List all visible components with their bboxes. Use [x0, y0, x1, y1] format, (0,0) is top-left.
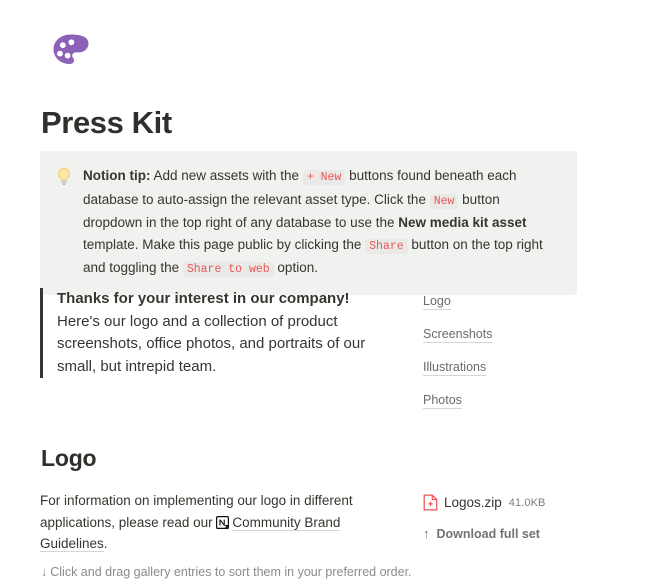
callout-lead: Notion tip:	[83, 168, 151, 183]
toc-item-screenshots[interactable]: Screenshots	[423, 326, 577, 343]
intro-quote: Thanks for your interest in our company!…	[40, 288, 385, 378]
logo-section-body: For information on implementing our logo…	[40, 490, 577, 555]
gallery-sort-hint: ↓ Click and drag gallery entries to sort …	[41, 563, 412, 581]
callout-t4: template. Make this page public by click…	[83, 236, 366, 252]
code-chip-new: New	[429, 193, 459, 209]
gallery-sort-hint-text: Click and drag gallery entries to sort t…	[50, 565, 412, 579]
callout-text: Notion tip: Add new assets with the + Ne…	[83, 165, 561, 281]
artist-palette-emoji[interactable]	[48, 28, 94, 74]
toc-item-illustrations[interactable]: Illustrations	[423, 359, 577, 376]
download-full-set-label: Download full set	[436, 526, 540, 541]
toc-link-screenshots[interactable]: Screenshots	[423, 326, 493, 343]
code-chip-share: Share	[365, 238, 408, 254]
notion-tip-callout: Notion tip: Add new assets with the + Ne…	[40, 151, 577, 295]
toc-link-photos[interactable]: Photos	[423, 392, 462, 409]
file-name[interactable]: Logos.zip	[444, 495, 502, 511]
zip-file-icon	[423, 494, 438, 511]
file-size: 41.0KB	[508, 496, 546, 509]
download-full-set-button[interactable]: ↑ Download full set	[423, 526, 577, 541]
toc-item-logo[interactable]: Logo	[423, 293, 577, 310]
table-of-contents: Logo Screenshots Illustrations Photos	[385, 288, 577, 416]
toc-item-photos[interactable]: Photos	[423, 392, 577, 409]
notion-page-link-icon	[216, 514, 230, 529]
intro-column-left: Thanks for your interest in our company!…	[40, 288, 385, 416]
file-row-logos-zip[interactable]: Logos.zip 41.0KB	[423, 494, 577, 511]
logo-text-after: .	[103, 536, 108, 551]
page-title: Press Kit	[41, 105, 172, 140]
intro-columns: Thanks for your interest in our company!…	[40, 288, 577, 416]
callout-t1: Add new assets with the	[150, 168, 303, 183]
light-bulb-emoji	[54, 166, 74, 186]
logo-section-paragraph: For information on implementing our logo…	[40, 490, 385, 555]
logo-files: Logos.zip 41.0KB ↑ Download full set	[385, 490, 577, 555]
toc-link-illustrations[interactable]: Illustrations	[423, 359, 487, 376]
code-chip-share-to-web: Share to web	[182, 262, 274, 277]
intro-quote-body: Here's our logo and a collection of prod…	[57, 312, 366, 375]
toc-link-logo[interactable]: Logo	[423, 293, 451, 310]
code-chip-new-button: + New	[302, 170, 346, 185]
section-title-logo: Logo	[41, 445, 97, 471]
callout-t6: option.	[273, 260, 318, 275]
intro-quote-heading: Thanks for your interest in our company!	[57, 290, 350, 307]
callout-bold-template: New media kit asset	[398, 215, 527, 230]
arrow-up-icon: ↑	[423, 526, 430, 541]
arrow-down-icon: ↓	[41, 565, 48, 579]
